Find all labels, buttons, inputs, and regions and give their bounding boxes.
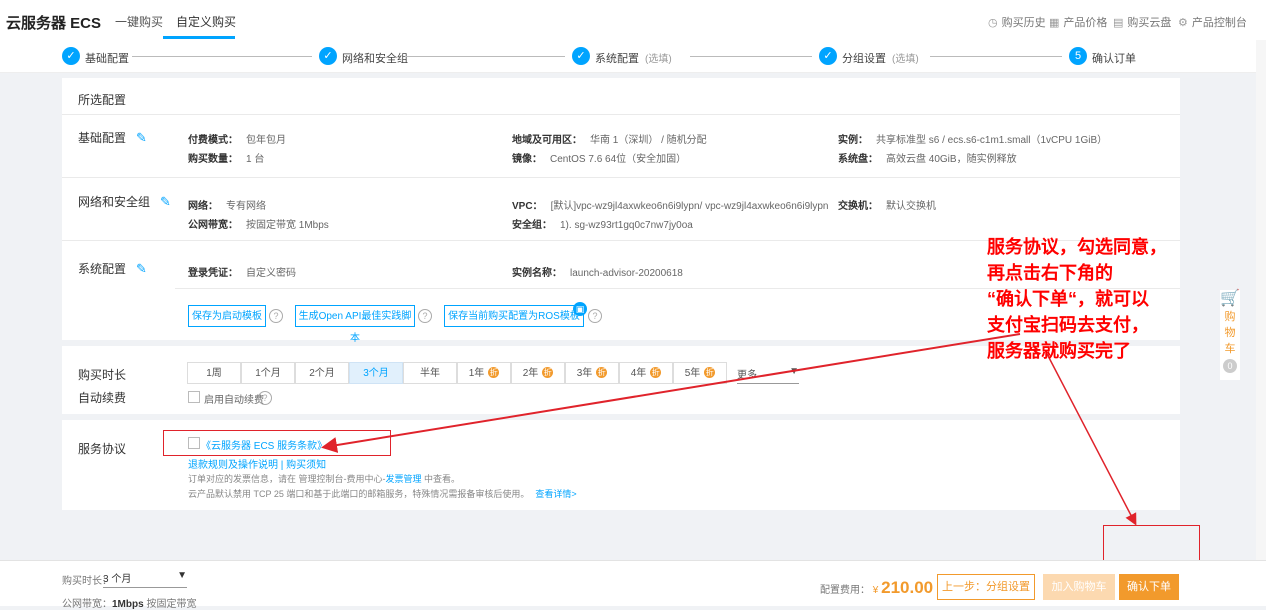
annotation-line: 再点击右下角的: [987, 263, 1113, 283]
bottom-duration-value: 3 个月: [103, 574, 132, 585]
shopping-cart-widget[interactable]: 🛒 购 物 车 0: [1220, 290, 1240, 380]
arrow-to-terms: [321, 333, 1021, 453]
bottom-bandwidth: 公网带宽：1Mbps 按固定带宽: [62, 599, 197, 610]
cart-icon: 🛒: [1220, 290, 1240, 307]
previous-step-button[interactable]: 上一步：分组设置: [937, 574, 1035, 600]
bottom-duration-select[interactable]: 3 个月 ▼: [103, 570, 187, 588]
annotation-line: 服务协议，勾选同意，: [987, 237, 1167, 257]
cart-label: 物: [1224, 327, 1236, 339]
cart-label: 车: [1224, 343, 1236, 355]
scrollbar[interactable]: [1256, 40, 1266, 560]
confirm-order-button[interactable]: 确认下单: [1119, 574, 1179, 600]
price-amount: 210.00: [881, 578, 934, 597]
arrow-to-confirm: [1044, 349, 1137, 526]
annotation-line: 支付宝扫码去支付，: [987, 315, 1149, 335]
instruction-annotation: 服务协议，勾选同意， 再点击右下角的 “确认下单“，就可以 支付宝扫码去支付， …: [987, 234, 1237, 364]
caret-down-icon: ▼: [177, 570, 187, 581]
cart-label: 购: [1224, 311, 1236, 323]
cart-count-badge: 0: [1223, 359, 1237, 373]
config-price: 配置费用： ¥ 210.00: [820, 578, 934, 597]
add-to-cart-button[interactable]: 加入购物车: [1043, 574, 1115, 600]
annotation-line: 服务器就购买完了: [987, 341, 1131, 361]
annotation-line: “确认下单“，就可以: [987, 289, 1149, 309]
